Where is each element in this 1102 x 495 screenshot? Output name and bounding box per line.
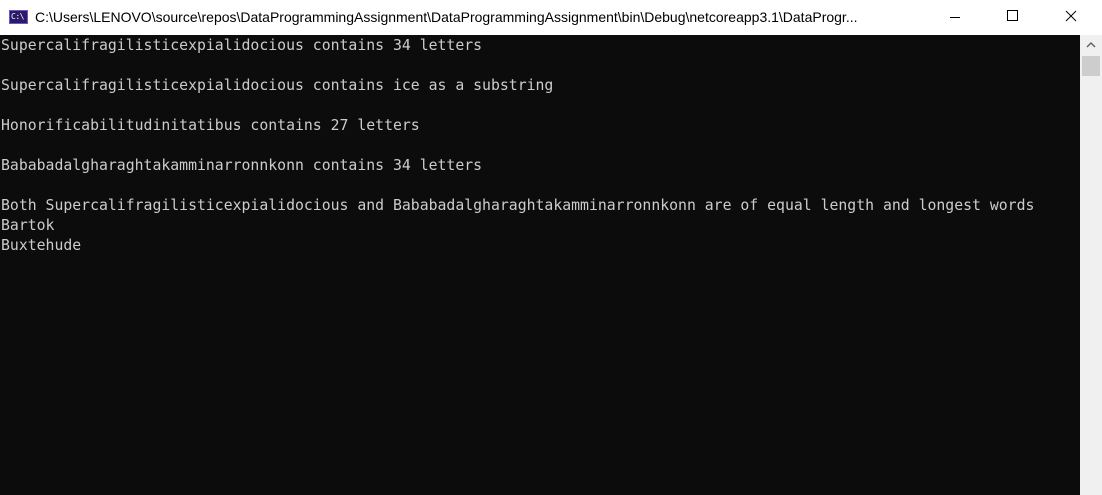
app-icon-label: C:\ xyxy=(11,12,24,21)
scroll-up-button[interactable] xyxy=(1080,35,1102,55)
console-app-icon[interactable]: C:\ xyxy=(9,10,28,24)
console-line: Supercalifragilisticexpialidocious conta… xyxy=(1,77,554,94)
window-title: C:\Users\LENOVO\source\repos\DataProgram… xyxy=(35,9,858,25)
console-line: Honorificabilitudinitatibus contains 27 … xyxy=(1,117,420,134)
chevron-up-icon xyxy=(1086,42,1096,48)
console-line: Both Supercalifragilisticexpialidocious … xyxy=(1,197,1035,214)
minimize-icon xyxy=(950,17,960,18)
console-output[interactable]: Supercalifragilisticexpialidocious conta… xyxy=(0,35,1080,495)
close-icon xyxy=(1065,10,1077,22)
maximize-button[interactable] xyxy=(984,0,1042,35)
maximize-icon xyxy=(1007,10,1018,21)
console-line: Supercalifragilisticexpialidocious conta… xyxy=(1,37,483,54)
close-button[interactable] xyxy=(1042,0,1102,35)
console-lines: Supercalifragilisticexpialidocious conta… xyxy=(1,36,1034,256)
console-line: Buxtehude xyxy=(1,237,82,254)
scroll-thumb[interactable] xyxy=(1082,56,1100,76)
minimize-button[interactable] xyxy=(926,0,984,35)
console-line: Bababadalgharaghtakamminarronnkonn conta… xyxy=(1,157,483,174)
vertical-scrollbar[interactable] xyxy=(1080,35,1102,495)
console-line: Bartok xyxy=(1,217,55,234)
title-bar[interactable]: C:\ C:\Users\LENOVO\source\repos\DataPro… xyxy=(0,0,1102,35)
console-window: C:\ C:\Users\LENOVO\source\repos\DataPro… xyxy=(0,0,1102,495)
